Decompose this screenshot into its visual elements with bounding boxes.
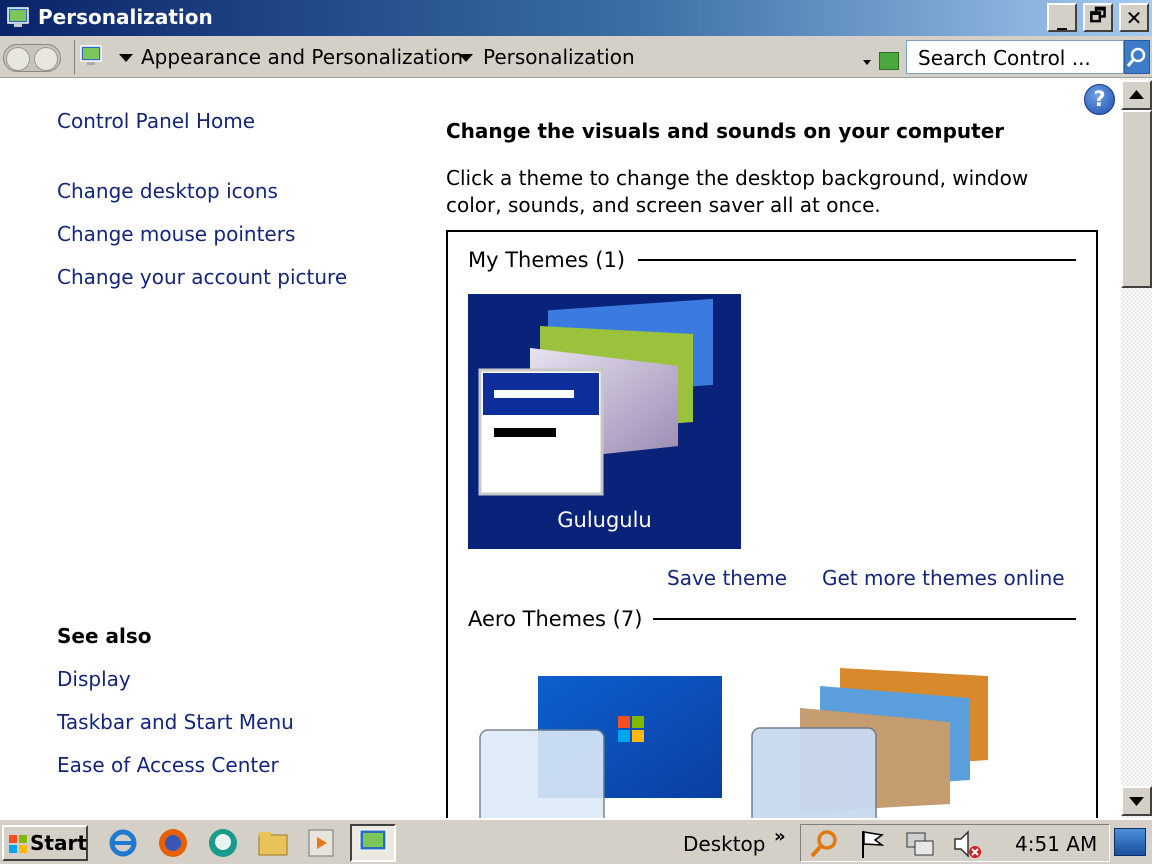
- theme-windows-7[interactable]: [478, 672, 728, 830]
- theme-gulugulu[interactable]: Gulugulu: [468, 294, 741, 549]
- taskbar-start-menu-link[interactable]: Taskbar and Start Menu: [57, 710, 294, 734]
- clock[interactable]: 4:51 AM: [1015, 832, 1097, 856]
- control-panel-home-link[interactable]: Control Panel Home: [57, 109, 255, 133]
- windows-logo-icon: [9, 835, 27, 853]
- breadcrumb-appearance[interactable]: Appearance and Personalization: [141, 45, 463, 69]
- themes-list: My Themes (1) Gulugulu Save theme Get mo…: [446, 230, 1098, 830]
- control-panel-icon: [7, 7, 29, 27]
- search-icon[interactable]: [807, 827, 841, 861]
- page-description: Click a theme to change the desktop back…: [446, 166, 1029, 217]
- minimize-button[interactable]: _: [1047, 3, 1077, 32]
- save-theme-link[interactable]: Save theme: [667, 566, 787, 590]
- theme-preview-image: [478, 298, 713, 496]
- ease-of-access-link[interactable]: Ease of Access Center: [57, 753, 279, 777]
- control-panel-icon: [80, 45, 102, 65]
- chat-icon[interactable]: [206, 826, 240, 860]
- arrow-up-icon: [1129, 90, 1144, 99]
- divider: [653, 618, 1076, 620]
- show-desktop-button[interactable]: [1114, 828, 1146, 856]
- scroll-up-button[interactable]: [1121, 80, 1152, 110]
- volume-muted-icon[interactable]: [951, 827, 985, 861]
- aero-themes-heading: Aero Themes (7): [468, 607, 643, 631]
- forward-button[interactable]: [34, 47, 58, 71]
- my-themes-heading: My Themes (1): [468, 248, 626, 272]
- network-icon[interactable]: [903, 827, 937, 861]
- internet-explorer-icon[interactable]: [106, 826, 140, 860]
- firefox-icon[interactable]: [156, 826, 190, 860]
- see-also-heading: See also: [57, 624, 152, 648]
- search-icon: [1126, 47, 1146, 67]
- breadcrumb-dropdown-icon[interactable]: [459, 54, 473, 62]
- search-input[interactable]: Search Control ...: [906, 40, 1124, 74]
- breadcrumb[interactable]: Appearance and Personalization Personali…: [74, 40, 900, 74]
- scroll-thumb[interactable]: [1121, 110, 1152, 288]
- back-button[interactable]: [6, 47, 30, 71]
- change-mouse-pointers-link[interactable]: Change mouse pointers: [57, 222, 295, 246]
- breadcrumb-dropdown-icon[interactable]: [119, 54, 133, 62]
- left-pane: Control Panel Home Change desktop icons …: [0, 78, 410, 818]
- theme-preview-image: [751, 668, 988, 830]
- scroll-down-button[interactable]: [1121, 786, 1152, 816]
- start-button[interactable]: Start: [2, 825, 88, 861]
- desktop-toolbar-label[interactable]: Desktop: [683, 832, 765, 856]
- page-title: Change the visuals and sounds on your co…: [446, 119, 1005, 143]
- control-panel-icon: [359, 829, 387, 851]
- display-link[interactable]: Display: [57, 667, 131, 691]
- breadcrumb-personalization[interactable]: Personalization: [483, 45, 635, 69]
- close-button[interactable]: ✕: [1119, 3, 1149, 32]
- search-button[interactable]: [1124, 40, 1150, 74]
- change-desktop-icons-link[interactable]: Change desktop icons: [57, 179, 278, 203]
- start-label: Start: [30, 831, 87, 855]
- history-dropdown-icon[interactable]: [863, 60, 871, 65]
- personalization-task-button[interactable]: [350, 824, 396, 862]
- vertical-scrollbar[interactable]: [1121, 78, 1152, 818]
- toolbar-overflow-chevron[interactable]: »: [774, 826, 786, 847]
- theme-name: Gulugulu: [557, 508, 652, 532]
- nav-buttons: [3, 44, 61, 72]
- address-bar: Appearance and Personalization Personali…: [0, 36, 1152, 78]
- get-more-themes-link[interactable]: Get more themes online: [822, 566, 1065, 590]
- theme-architecture[interactable]: [750, 664, 1000, 830]
- window-title: Personalization: [38, 5, 213, 29]
- arrow-down-icon: [1129, 797, 1144, 806]
- help-button[interactable]: ?: [1084, 84, 1115, 115]
- theme-preview-image: [479, 676, 722, 830]
- change-account-picture-link[interactable]: Change your account picture: [57, 265, 347, 289]
- title-bar: Personalization _ 🗗 ✕: [0, 0, 1152, 36]
- flag-icon[interactable]: [855, 827, 889, 861]
- maximize-button[interactable]: 🗗: [1083, 3, 1113, 32]
- taskbar: Start Desktop » 4:51 AM: [0, 818, 1152, 864]
- divider: [638, 259, 1076, 261]
- refresh-icon[interactable]: [879, 52, 899, 70]
- explorer-icon[interactable]: [256, 826, 290, 860]
- media-player-icon[interactable]: [304, 826, 338, 860]
